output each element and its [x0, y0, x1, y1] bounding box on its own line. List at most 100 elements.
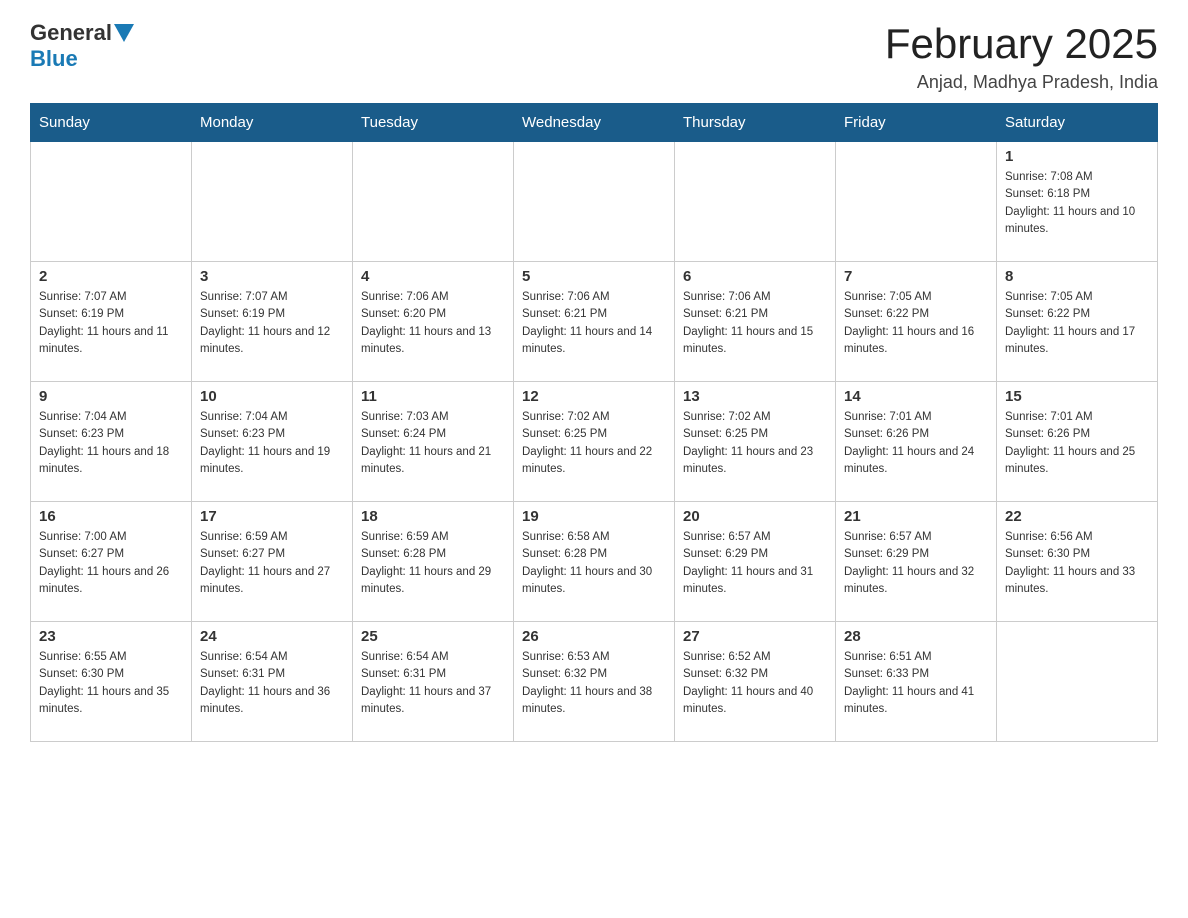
day-info: Sunrise: 6:54 AM Sunset: 6:31 PM Dayligh… — [200, 649, 344, 718]
day-number: 20 — [683, 508, 827, 525]
calendar-cell: 7Sunrise: 7:05 AM Sunset: 6:22 PM Daylig… — [836, 262, 997, 382]
page-header: General Blue February 2025 Anjad, Madhya… — [30, 20, 1158, 93]
calendar-week-row: 16 Sunrise: 7:00 AM Sunset: 6:27 PM Dayli… — [31, 502, 1158, 622]
day-number: 13 — [683, 388, 827, 405]
day-number: 5 — [522, 268, 666, 285]
day-number: 9 — [39, 388, 183, 405]
calendar-subtitle: Anjad, Madhya Pradesh, India — [885, 72, 1158, 93]
calendar-week-row: 2 Sunrise: 7:07 AM Sunset: 6:19 PM Daylig… — [31, 262, 1158, 382]
day-info: Sunrise: 6:59 AM Sunset: 6:28 PM Dayligh… — [361, 529, 505, 598]
day-number: 10 — [200, 388, 344, 405]
calendar-cell — [997, 622, 1158, 742]
calendar-cell: 17 Sunrise: 6:59 AM Sunset: 6:27 PM Dayli… — [192, 502, 353, 622]
day-number: 17 — [200, 508, 344, 525]
day-info: Sunrise: 7:02 AM Sunset: 6:25 PM Dayligh… — [522, 409, 666, 478]
calendar-cell: 1Sunrise: 7:08 AM Sunset: 6:18 PM Daylig… — [997, 142, 1158, 262]
title-section: February 2025 Anjad, Madhya Pradesh, Ind… — [885, 20, 1158, 93]
calendar-cell: 8 Sunrise: 7:05 AM Sunset: 6:22 PM Daylig… — [997, 262, 1158, 382]
day-info: Sunrise: 7:02 AM Sunset: 6:25 PM Dayligh… — [683, 409, 827, 478]
calendar-cell: 15 Sunrise: 7:01 AM Sunset: 6:26 PM Dayli… — [997, 382, 1158, 502]
day-number: 16 — [39, 508, 183, 525]
day-info: Sunrise: 6:57 AM Sunset: 6:29 PM Dayligh… — [683, 529, 827, 598]
logo-blue-text: Blue — [30, 46, 78, 72]
calendar-cell — [192, 142, 353, 262]
day-info: Sunrise: 6:51 AM Sunset: 6:33 PM Dayligh… — [844, 649, 988, 718]
calendar-cell: 9 Sunrise: 7:04 AM Sunset: 6:23 PM Daylig… — [31, 382, 192, 502]
calendar-cell — [675, 142, 836, 262]
calendar-table: Sunday Monday Tuesday Wednesday Thursday… — [30, 103, 1158, 742]
day-info: Sunrise: 7:03 AM Sunset: 6:24 PM Dayligh… — [361, 409, 505, 478]
calendar-cell: 6 Sunrise: 7:06 AM Sunset: 6:21 PM Daylig… — [675, 262, 836, 382]
day-number: 2 — [39, 268, 183, 285]
calendar-cell: 22Sunrise: 6:56 AM Sunset: 6:30 PM Dayli… — [997, 502, 1158, 622]
calendar-cell: 26Sunrise: 6:53 AM Sunset: 6:32 PM Dayli… — [514, 622, 675, 742]
calendar-cell: 24 Sunrise: 6:54 AM Sunset: 6:31 PM Dayli… — [192, 622, 353, 742]
calendar-week-row: 9 Sunrise: 7:04 AM Sunset: 6:23 PM Daylig… — [31, 382, 1158, 502]
calendar-cell: 20 Sunrise: 6:57 AM Sunset: 6:29 PM Dayli… — [675, 502, 836, 622]
day-info: Sunrise: 7:06 AM Sunset: 6:20 PM Dayligh… — [361, 289, 505, 358]
day-number: 27 — [683, 628, 827, 645]
day-info: Sunrise: 7:07 AM Sunset: 6:19 PM Dayligh… — [39, 289, 183, 358]
calendar-header: Sunday Monday Tuesday Wednesday Thursday… — [31, 104, 1158, 142]
day-number: 3 — [200, 268, 344, 285]
day-info: Sunrise: 7:01 AM Sunset: 6:26 PM Dayligh… — [1005, 409, 1149, 478]
day-info: Sunrise: 7:04 AM Sunset: 6:23 PM Dayligh… — [200, 409, 344, 478]
day-number: 28 — [844, 628, 988, 645]
calendar-cell — [514, 142, 675, 262]
header-tuesday: Tuesday — [353, 104, 514, 142]
day-number: 19 — [522, 508, 666, 525]
calendar-cell: 23 Sunrise: 6:55 AM Sunset: 6:30 PM Dayli… — [31, 622, 192, 742]
day-info: Sunrise: 7:06 AM Sunset: 6:21 PM Dayligh… — [522, 289, 666, 358]
day-info: Sunrise: 6:52 AM Sunset: 6:32 PM Dayligh… — [683, 649, 827, 718]
calendar-cell: 13 Sunrise: 7:02 AM Sunset: 6:25 PM Dayli… — [675, 382, 836, 502]
calendar-cell — [353, 142, 514, 262]
day-info: Sunrise: 7:05 AM Sunset: 6:22 PM Dayligh… — [844, 289, 988, 358]
day-number: 23 — [39, 628, 183, 645]
day-number: 14 — [844, 388, 988, 405]
calendar-cell — [836, 142, 997, 262]
calendar-week-row: 23 Sunrise: 6:55 AM Sunset: 6:30 PM Dayli… — [31, 622, 1158, 742]
day-info: Sunrise: 6:54 AM Sunset: 6:31 PM Dayligh… — [361, 649, 505, 718]
calendar-cell: 16 Sunrise: 7:00 AM Sunset: 6:27 PM Dayli… — [31, 502, 192, 622]
day-info: Sunrise: 7:05 AM Sunset: 6:22 PM Dayligh… — [1005, 289, 1149, 358]
calendar-cell: 25Sunrise: 6:54 AM Sunset: 6:31 PM Dayli… — [353, 622, 514, 742]
day-info: Sunrise: 7:01 AM Sunset: 6:26 PM Dayligh… — [844, 409, 988, 478]
day-info: Sunrise: 7:07 AM Sunset: 6:19 PM Dayligh… — [200, 289, 344, 358]
calendar-cell: 14 Sunrise: 7:01 AM Sunset: 6:26 PM Dayli… — [836, 382, 997, 502]
calendar-cell: 12Sunrise: 7:02 AM Sunset: 6:25 PM Dayli… — [514, 382, 675, 502]
day-number: 22 — [1005, 508, 1149, 525]
calendar-cell: 10 Sunrise: 7:04 AM Sunset: 6:23 PM Dayli… — [192, 382, 353, 502]
day-info: Sunrise: 7:04 AM Sunset: 6:23 PM Dayligh… — [39, 409, 183, 478]
header-wednesday: Wednesday — [514, 104, 675, 142]
day-info: Sunrise: 6:57 AM Sunset: 6:29 PM Dayligh… — [844, 529, 988, 598]
calendar-cell: 21 Sunrise: 6:57 AM Sunset: 6:29 PM Dayli… — [836, 502, 997, 622]
day-info: Sunrise: 6:55 AM Sunset: 6:30 PM Dayligh… — [39, 649, 183, 718]
calendar-week-row: 1Sunrise: 7:08 AM Sunset: 6:18 PM Daylig… — [31, 142, 1158, 262]
calendar-cell: 19Sunrise: 6:58 AM Sunset: 6:28 PM Dayli… — [514, 502, 675, 622]
day-info: Sunrise: 7:08 AM Sunset: 6:18 PM Dayligh… — [1005, 169, 1149, 238]
day-number: 6 — [683, 268, 827, 285]
calendar-cell — [31, 142, 192, 262]
calendar-cell: 28 Sunrise: 6:51 AM Sunset: 6:33 PM Dayli… — [836, 622, 997, 742]
header-sunday: Sunday — [31, 104, 192, 142]
day-info: Sunrise: 6:53 AM Sunset: 6:32 PM Dayligh… — [522, 649, 666, 718]
day-number: 21 — [844, 508, 988, 525]
day-number: 8 — [1005, 268, 1149, 285]
day-info: Sunrise: 6:59 AM Sunset: 6:27 PM Dayligh… — [200, 529, 344, 598]
day-info: Sunrise: 7:00 AM Sunset: 6:27 PM Dayligh… — [39, 529, 183, 598]
calendar-cell: 18 Sunrise: 6:59 AM Sunset: 6:28 PM Dayli… — [353, 502, 514, 622]
day-info: Sunrise: 7:06 AM Sunset: 6:21 PM Dayligh… — [683, 289, 827, 358]
header-monday: Monday — [192, 104, 353, 142]
day-number: 11 — [361, 388, 505, 405]
calendar-cell: 4Sunrise: 7:06 AM Sunset: 6:20 PM Daylig… — [353, 262, 514, 382]
logo-triangle-icon — [114, 24, 134, 42]
header-saturday: Saturday — [997, 104, 1158, 142]
logo: General Blue — [30, 20, 136, 72]
logo-general-text: General — [30, 20, 112, 46]
day-number: 24 — [200, 628, 344, 645]
day-number: 15 — [1005, 388, 1149, 405]
calendar-cell: 11 Sunrise: 7:03 AM Sunset: 6:24 PM Dayli… — [353, 382, 514, 502]
weekday-header-row: Sunday Monday Tuesday Wednesday Thursday… — [31, 104, 1158, 142]
header-friday: Friday — [836, 104, 997, 142]
day-number: 18 — [361, 508, 505, 525]
